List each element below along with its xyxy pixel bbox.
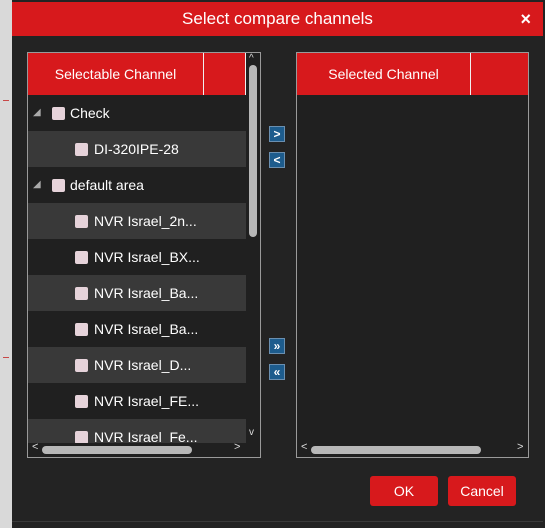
channel-row[interactable]: NVR Israel_Ba...: [28, 311, 247, 347]
channel-label: NVR Israel_2n...: [94, 213, 197, 229]
channel-row[interactable]: NVR Israel_Ba...: [28, 275, 247, 311]
column-divider: [470, 53, 471, 95]
horizontal-scroll-thumb[interactable]: [311, 446, 481, 454]
background-strip: [0, 0, 12, 528]
channel-row[interactable]: NVR Israel_BX...: [28, 239, 247, 275]
title-bar: Select compare channels ×: [12, 2, 543, 36]
scroll-right-icon[interactable]: >: [234, 441, 240, 453]
dialog-title: Select compare channels: [182, 9, 373, 28]
remove-all-channels-button[interactable]: «: [269, 364, 285, 380]
channel-row[interactable]: NVR Israel_FE...: [28, 383, 247, 419]
cancel-button[interactable]: Cancel: [448, 476, 516, 506]
channel-row[interactable]: NVR Israel_D...: [28, 347, 247, 383]
channel-label: NVR Israel_BX...: [94, 249, 200, 265]
channel-label: NVR Israel_FE...: [94, 393, 200, 409]
channel-row[interactable]: NVR Israel_2n...: [28, 203, 247, 239]
select-compare-channels-dialog: Select compare channels × Selectable Cha…: [0, 0, 545, 528]
vertical-scrollbar[interactable]: ^ v: [246, 53, 260, 443]
channel-label: DI-320IPE-28: [94, 141, 179, 157]
selectable-channel-panel: Selectable Channel ◢ Check DI-320IPE-28 ◢ de…: [27, 52, 261, 458]
channel-row[interactable]: DI-320IPE-28: [28, 131, 247, 167]
add-channel-button[interactable]: >: [269, 126, 285, 142]
checkbox[interactable]: [75, 143, 88, 156]
channel-label: NVR Israel_D...: [94, 357, 192, 373]
strip-mark: [3, 100, 9, 101]
horizontal-scrollbar[interactable]: < >: [297, 441, 528, 457]
tree-group-row[interactable]: ◢ default area: [28, 167, 247, 203]
scroll-down-icon[interactable]: v: [249, 427, 254, 438]
scroll-left-icon[interactable]: <: [301, 441, 307, 453]
checkbox[interactable]: [52, 107, 65, 120]
scroll-up-icon[interactable]: ^: [249, 53, 254, 64]
vertical-scroll-thumb[interactable]: [249, 65, 257, 237]
selected-channel-header: Selected Channel: [297, 53, 528, 95]
ok-button[interactable]: OK: [370, 476, 438, 506]
checkbox[interactable]: [75, 251, 88, 264]
bottom-divider: [12, 521, 543, 522]
horizontal-scrollbar[interactable]: < >: [28, 441, 260, 457]
tree-group-row[interactable]: ◢ Check: [28, 95, 247, 131]
expand-arrow-icon[interactable]: ◢: [33, 95, 41, 131]
horizontal-scroll-thumb[interactable]: [42, 446, 192, 454]
strip-mark: [3, 357, 9, 358]
channel-label: NVR Israel_Ba...: [94, 285, 199, 301]
channel-label: NVR Israel_Ba...: [94, 321, 199, 337]
selected-channel-panel: Selected Channel < >: [296, 52, 529, 458]
selectable-channel-header: Selectable Channel: [28, 53, 246, 95]
selectable-channel-title: Selectable Channel: [54, 66, 177, 82]
channel-label: Check: [70, 105, 110, 121]
checkbox[interactable]: [75, 287, 88, 300]
expand-arrow-icon[interactable]: ◢: [33, 167, 41, 203]
selected-channel-title: Selected Channel: [328, 66, 439, 82]
scroll-left-icon[interactable]: <: [32, 441, 38, 453]
scroll-right-icon[interactable]: >: [517, 441, 523, 453]
checkbox[interactable]: [75, 323, 88, 336]
column-divider: [203, 53, 204, 95]
checkbox[interactable]: [52, 179, 65, 192]
close-icon[interactable]: ×: [520, 2, 531, 36]
checkbox[interactable]: [75, 359, 88, 372]
checkbox[interactable]: [75, 215, 88, 228]
remove-channel-button[interactable]: <: [269, 152, 285, 168]
channel-label: default area: [70, 177, 144, 193]
add-all-channels-button[interactable]: »: [269, 338, 285, 354]
checkbox[interactable]: [75, 395, 88, 408]
